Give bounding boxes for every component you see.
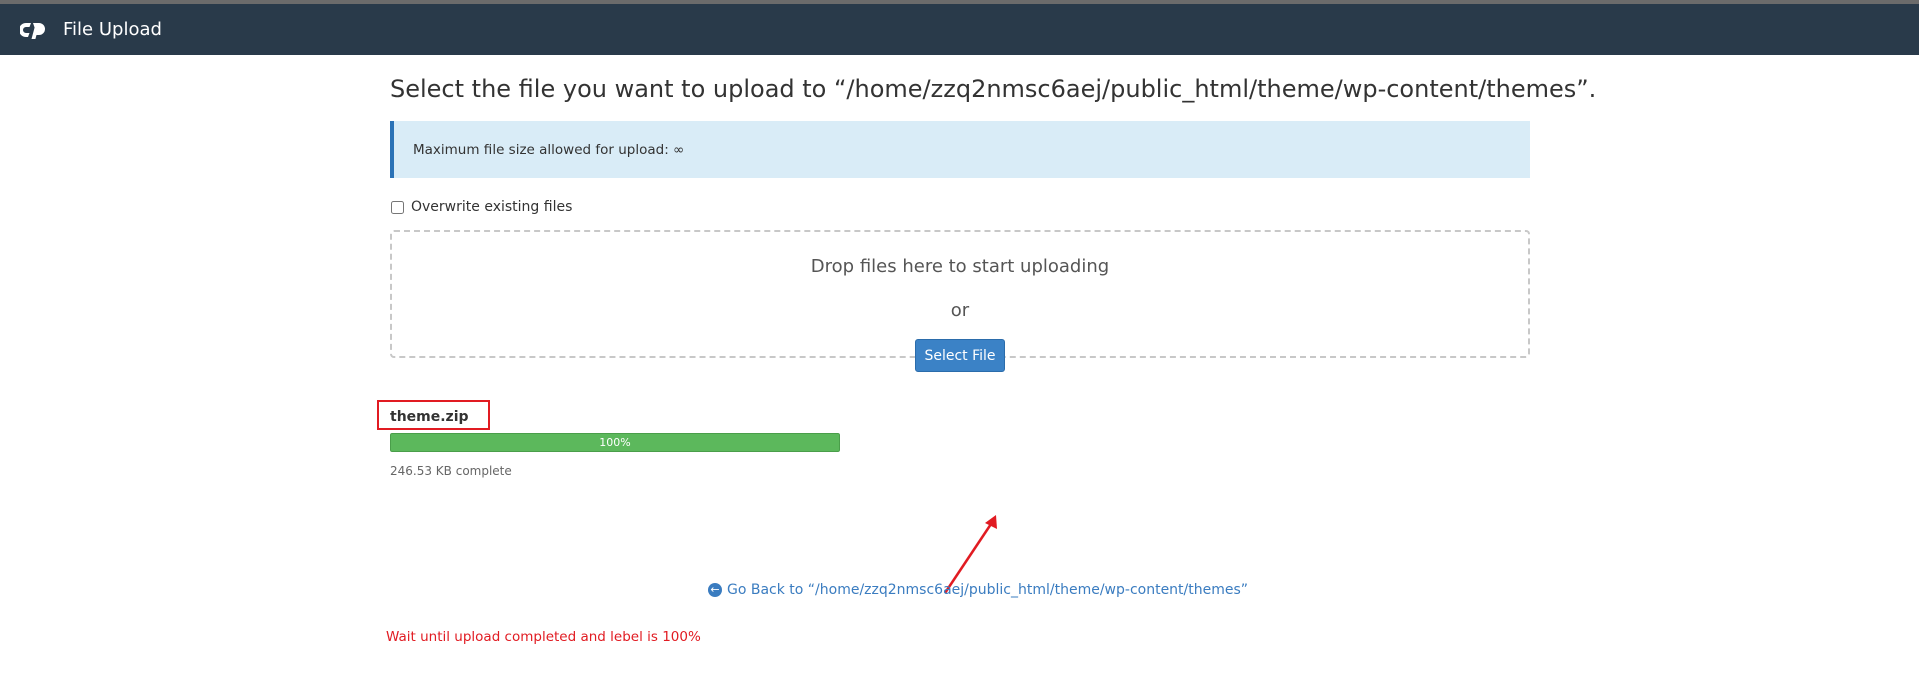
page-header-title: File Upload (63, 19, 162, 40)
progress-label: 100% (599, 436, 631, 449)
overwrite-option[interactable]: Overwrite existing files (390, 199, 572, 215)
app-header: File Upload (0, 4, 1919, 55)
dropzone-text: Drop files here to start uploading (810, 256, 1110, 277)
dropzone-or-text: or (950, 300, 970, 321)
page-title: Select the file you want to upload to “/… (390, 75, 1597, 103)
upload-progress-fill: 100% (390, 433, 840, 452)
cpanel-logo-icon[interactable] (20, 18, 52, 42)
upload-progress-bar: 100% (390, 433, 840, 452)
arrow-circle-left-icon: ← (708, 583, 722, 597)
upload-status-text: 246.53 KB complete (390, 464, 512, 478)
alert-text: Maximum file size allowed for upload: ∞ (413, 141, 685, 158)
uploaded-file-name: theme.zip (390, 409, 469, 425)
annotation-text: Wait until upload completed and lebel is… (386, 629, 701, 645)
select-file-button[interactable]: Select File (915, 339, 1005, 372)
go-back-label: Go Back to “/home/zzq2nmsc6aej/public_ht… (727, 582, 1249, 598)
max-file-size-alert: Maximum file size allowed for upload: ∞ (390, 121, 1530, 178)
overwrite-checkbox[interactable] (391, 200, 404, 214)
go-back-link[interactable]: ← Go Back to “/home/zzq2nmsc6aej/public_… (708, 582, 1248, 598)
file-dropzone[interactable]: Drop files here to start uploading or Se… (390, 230, 1530, 372)
overwrite-label: Overwrite existing files (411, 199, 573, 215)
